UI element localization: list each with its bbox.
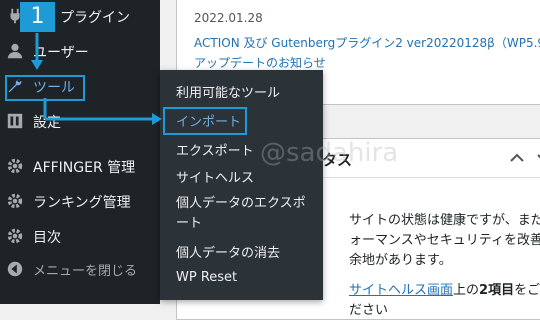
watermark: @sadahira: [260, 138, 399, 168]
